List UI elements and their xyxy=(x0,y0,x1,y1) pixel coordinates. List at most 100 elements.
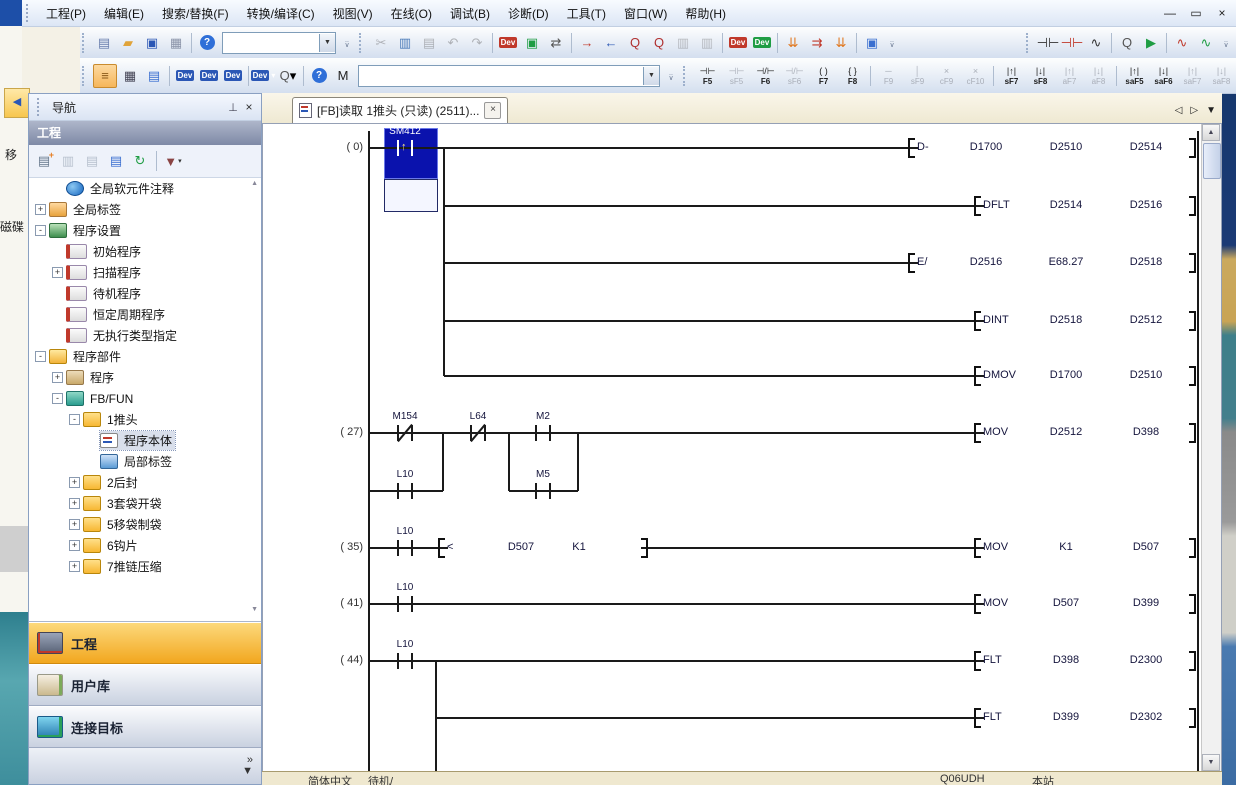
menu-item-4[interactable]: 视图(V) xyxy=(324,1,382,26)
expander-icon[interactable]: + xyxy=(69,498,80,509)
export-doc-icon[interactable]: ⇊ xyxy=(782,32,804,54)
expander-icon[interactable]: + xyxy=(69,519,80,530)
navigation-more[interactable]: » ▼ xyxy=(29,748,261,784)
ladder-canvas[interactable]: ( 0)( 27)( 35)( 41)( 44)↑SM412M154L64M2L… xyxy=(263,124,1202,771)
device-test-icon[interactable]: Dev xyxy=(727,32,749,54)
scrollbar-thumb[interactable] xyxy=(1203,143,1221,179)
toolbar-overflow-icon[interactable]: ..∨ xyxy=(1220,38,1232,48)
device-memory-icon[interactable]: Dev xyxy=(198,65,220,87)
find-instruction-result-icon[interactable]: Q xyxy=(648,32,670,54)
device-display-icon[interactable]: Dev▾ xyxy=(253,65,275,87)
execute-program-icon[interactable]: ▶ xyxy=(1140,32,1162,54)
navigation-toggle-icon[interactable]: ≡ xyxy=(93,64,117,88)
refresh-icon[interactable]: ↻ xyxy=(129,150,151,172)
project-tree[interactable]: 全局软元件注释+全局标签-程序设置初始程序+扫描程序待机程序恒定周期程序无执行类… xyxy=(29,178,261,621)
prev-result-icon[interactable]: ← xyxy=(600,32,622,54)
menu-item-1[interactable]: 编辑(E) xyxy=(95,1,153,26)
tree-item-程序设置[interactable]: -程序设置 xyxy=(29,220,261,241)
expander-icon[interactable]: + xyxy=(69,540,80,551)
tree-item-FB/FUN[interactable]: -FB/FUN xyxy=(29,388,261,409)
vertical-scrollbar[interactable]: ▲ ▼ xyxy=(1201,124,1221,771)
device-usage-icon[interactable]: Dev xyxy=(222,65,244,87)
find-zoom-icon[interactable]: Q▾ xyxy=(277,65,299,87)
tree-item-程序本体[interactable]: 程序本体 xyxy=(29,430,261,451)
cross-reference-icon[interactable]: M xyxy=(332,65,354,87)
tree-item-全局软元件注释[interactable]: 全局软元件注释 xyxy=(29,178,261,199)
toolbar-grip[interactable] xyxy=(26,4,33,22)
menu-item-5[interactable]: 在线(O) xyxy=(382,1,441,26)
nav-button-连接目标[interactable]: 连接目标 xyxy=(29,706,261,748)
device-batch-icon[interactable]: Dev xyxy=(751,32,773,54)
dropdown-arrow-icon[interactable]: ▼ xyxy=(242,766,253,777)
expander-icon[interactable]: - xyxy=(35,225,46,236)
tree-item-6钩片[interactable]: +6钩片 xyxy=(29,535,261,556)
expander-icon[interactable]: + xyxy=(52,372,63,383)
menu-item-9[interactable]: 窗口(W) xyxy=(615,1,676,26)
close-button[interactable]: × xyxy=(1214,6,1230,20)
tab-prev-icon[interactable]: ◁ xyxy=(1175,105,1183,116)
sort-filter-icon[interactable]: ▼▾ xyxy=(162,150,184,172)
print-icon[interactable]: ▦ xyxy=(165,32,187,54)
module-config-icon[interactable]: ▦ xyxy=(119,65,141,87)
falling-pulse-close-icon[interactable]: |↓|saF6 xyxy=(1150,66,1177,86)
tree-item-1推头[interactable]: -1推头 xyxy=(29,409,261,430)
expander-icon[interactable]: - xyxy=(35,351,46,362)
pulse-monitor-icon[interactable]: ∿ xyxy=(1085,32,1107,54)
tab-close-icon[interactable]: × xyxy=(484,102,501,119)
menu-item-3[interactable]: 转换/编译(C) xyxy=(238,1,324,26)
expander-icon[interactable]: + xyxy=(69,477,80,488)
minimize-button[interactable]: — xyxy=(1162,6,1178,20)
import-doc-icon[interactable]: ⇊ xyxy=(830,32,852,54)
new-data-icon[interactable]: ▤+ xyxy=(33,150,55,172)
expander-icon[interactable]: + xyxy=(35,204,46,215)
output-window-icon[interactable]: ▤ xyxy=(143,65,165,87)
menu-item-7[interactable]: 诊断(D) xyxy=(499,1,558,26)
tab-list-icon[interactable]: ▼ xyxy=(1206,105,1216,116)
expander-icon[interactable]: + xyxy=(52,267,63,278)
tree-item-3套袋开袋[interactable]: +3套袋开袋 xyxy=(29,493,261,514)
tree-item-局部标签[interactable]: 局部标签 xyxy=(29,451,261,472)
tree-scroll-down-icon[interactable]: ▼ xyxy=(251,606,258,613)
monitor-write-icon[interactable]: ⊣⊢ xyxy=(1061,32,1083,54)
menu-item-0[interactable]: 工程(P) xyxy=(37,1,95,26)
toolbar-overflow-icon[interactable]: ..∨ xyxy=(665,71,677,81)
nav-button-用户库[interactable]: 用户库 xyxy=(29,664,261,706)
toolbar-overflow-icon[interactable]: ..∨ xyxy=(886,38,898,48)
tree-item-全局标签[interactable]: +全局标签 xyxy=(29,199,261,220)
monitor-mode-icon[interactable]: ▣ xyxy=(861,32,883,54)
cell-cursor[interactable] xyxy=(384,179,438,212)
menu-item-6[interactable]: 调试(B) xyxy=(441,1,499,26)
tree-item-待机程序[interactable]: 待机程序 xyxy=(29,283,261,304)
panel-grip[interactable] xyxy=(37,98,44,116)
expander-icon[interactable]: - xyxy=(69,414,80,425)
next-result-icon[interactable]: → xyxy=(576,32,598,54)
document-tab[interactable]: [FB]读取 1推头 (只读) (2511)... × xyxy=(292,97,508,123)
tree-item-5移袋制袋[interactable]: +5移袋制袋 xyxy=(29,514,261,535)
combo-dropdown-icon[interactable]: ▼ xyxy=(643,67,659,85)
close-contact-icon[interactable]: ⊣/⊢F6 xyxy=(752,66,779,86)
tree-item-无执行类型指定[interactable]: 无执行类型指定 xyxy=(29,325,261,346)
keyword-combo[interactable]: ▼ xyxy=(222,32,336,54)
device-combo[interactable]: ▼ xyxy=(358,65,660,87)
tree-scroll-up-icon[interactable]: ▲ xyxy=(251,180,258,187)
menu-item-10[interactable]: 帮助(H) xyxy=(676,1,735,26)
close-panel-icon[interactable]: × xyxy=(241,100,257,114)
toolbar-overflow-icon[interactable]: ..∨ xyxy=(341,38,353,48)
restore-button[interactable]: ▭ xyxy=(1188,6,1204,20)
application-instruction-icon[interactable]: { }F8 xyxy=(839,66,866,86)
tree-item-扫描程序[interactable]: +扫描程序 xyxy=(29,262,261,283)
monitor-start-icon[interactable]: ⊣⊢ xyxy=(1037,32,1059,54)
help-hint-icon[interactable]: ? xyxy=(308,65,330,87)
copy-icon[interactable]: ▥ xyxy=(394,32,416,54)
tree-item-恒定周期程序[interactable]: 恒定周期程序 xyxy=(29,304,261,325)
scroll-down-icon[interactable]: ▼ xyxy=(1202,754,1220,771)
device-comment-icon[interactable]: Dev xyxy=(174,65,196,87)
coil-icon[interactable]: ( )F7 xyxy=(810,66,837,86)
tree-item-2后封[interactable]: +2后封 xyxy=(29,472,261,493)
nav-button-工程[interactable]: 工程 xyxy=(29,622,261,664)
open-contact-icon[interactable]: ⊣⊢F5 xyxy=(694,66,721,86)
data-info-icon[interactable]: ▤ xyxy=(105,150,127,172)
pin-icon[interactable]: ⊥ xyxy=(225,101,241,114)
find-program-icon[interactable]: Q xyxy=(1116,32,1138,54)
falling-pulse-icon[interactable]: |↓|sF8 xyxy=(1027,66,1054,86)
